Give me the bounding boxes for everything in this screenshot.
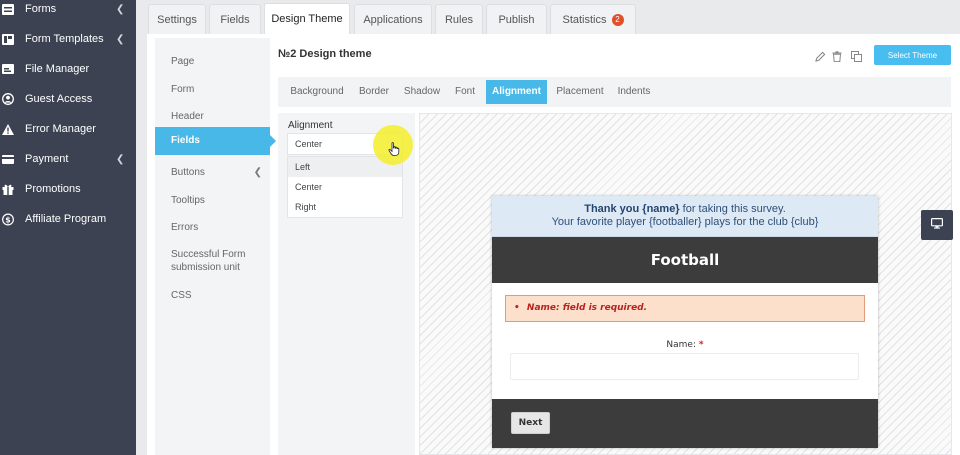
required-mark: * (698, 340, 704, 350)
chevron-left-icon: ❮ (116, 153, 125, 165)
alignment-options-list: Left Center Right (287, 156, 403, 218)
nav-item-header[interactable]: Header (155, 110, 270, 123)
error-message-box: • Name: field is required. (505, 295, 865, 322)
thank-you-line-2: Your favorite player {footballer} plays … (551, 216, 819, 228)
alignment-label: Alignment (288, 120, 333, 131)
sidebar-item-affiliate-program[interactable]: $ Affiliate Program (0, 205, 136, 233)
subtab-border[interactable]: Border (356, 80, 392, 104)
sidebar-item-label: Affiliate Program (25, 213, 107, 225)
nav-item-label: Successful Form (171, 249, 246, 260)
file-manager-icon (2, 63, 14, 75)
alignment-option-right[interactable]: Right (288, 197, 402, 217)
copy-icon[interactable] (850, 50, 862, 62)
top-tabs: Settings Fields Design Theme Application… (136, 0, 960, 34)
payment-card-icon (2, 153, 14, 165)
dollar-icon: $ (2, 213, 14, 225)
chevron-left-icon: ❮ (116, 3, 125, 15)
form-title: Football (492, 237, 878, 283)
sidebar-item-label: Guest Access (25, 93, 93, 105)
subtab-font[interactable]: Font (452, 80, 478, 104)
sidebar-item-promotions[interactable]: Promotions (0, 175, 136, 203)
select-theme-button[interactable]: Select Theme (874, 45, 951, 65)
tab-settings[interactable]: Settings (148, 4, 206, 34)
name-field-label: Name: * (492, 340, 878, 350)
gift-icon (2, 183, 14, 195)
subtab-shadow[interactable]: Shadow (402, 80, 442, 104)
subtab-placement[interactable]: Placement (555, 80, 605, 104)
nav-item-label-line2: submission unit (171, 262, 240, 273)
sidebar-item-label: Error Manager (25, 123, 96, 135)
tab-design-theme[interactable]: Design Theme (264, 3, 350, 34)
tab-label: Statistics (562, 13, 607, 26)
nav-item-css[interactable]: CSS (155, 289, 270, 302)
sidebar-item-payment[interactable]: Payment ❮ (0, 145, 136, 173)
nav-item-page[interactable]: Page (155, 55, 270, 68)
error-message: Name: field is required. (526, 303, 648, 313)
guest-access-icon (2, 93, 14, 105)
tab-publish[interactable]: Publish (486, 4, 547, 34)
tab-label: Rules (444, 13, 474, 26)
warning-icon (2, 123, 14, 135)
form-templates-icon (2, 33, 14, 45)
theme-title: №2 Design theme (278, 48, 372, 60)
tab-label: Publish (498, 13, 535, 26)
error-bullet: • (514, 303, 520, 313)
design-sections-nav: Page Form Header Fields Buttons ❮ Toolti… (155, 38, 276, 455)
preview-form: Thank you {name} for taking this survey.… (492, 196, 878, 448)
sidebar-item-forms[interactable]: Forms ❮ (0, 0, 136, 23)
nav-item-successful-form-submission-unit[interactable]: Successful Form submission unit (155, 248, 270, 274)
tab-statistics[interactable]: Statistics 2 (550, 4, 636, 34)
nav-item-buttons[interactable]: Buttons ❮ (155, 166, 270, 179)
form-footer: Next (492, 399, 878, 448)
tab-label: Applications (363, 13, 423, 26)
subtab-alignment[interactable]: Alignment (486, 80, 547, 104)
hand-cursor-icon (388, 142, 400, 156)
thank-you-banner: Thank you {name} for taking this survey.… (492, 196, 878, 237)
device-preview-button[interactable] (921, 210, 953, 240)
tab-applications[interactable]: Applications (354, 4, 432, 34)
nav-item-errors[interactable]: Errors (155, 221, 270, 234)
nav-item-fields[interactable]: Fields (155, 127, 276, 155)
forms-icon (2, 3, 14, 15)
sidebar-item-label: Forms (25, 3, 57, 15)
tab-label: Settings (157, 13, 197, 26)
subtab-background[interactable]: Background (287, 80, 347, 104)
property-subtabs: Background Border Shadow Font Alignment … (278, 77, 951, 107)
monitor-icon (931, 218, 944, 232)
tab-rules[interactable]: Rules (435, 4, 483, 34)
svg-text:$: $ (5, 215, 10, 224)
sidebar-item-error-manager[interactable]: Error Manager (0, 115, 136, 143)
name-label-text: Name: (666, 340, 696, 350)
next-button[interactable]: Next (511, 412, 550, 434)
sidebar-item-file-manager[interactable]: File Manager (0, 55, 136, 83)
sidebar-item-label: Form Templates (25, 33, 104, 45)
subtab-indents[interactable]: Indents (615, 80, 653, 104)
sidebar-item-label: Payment (25, 153, 69, 165)
thank-you-name: Thank you {name} (584, 203, 680, 215)
thank-you-text: for taking this survey. (679, 203, 786, 215)
nav-item-tooltips[interactable]: Tooltips (155, 194, 270, 207)
sidebar-item-form-templates[interactable]: Form Templates ❮ (0, 25, 136, 53)
chevron-left-icon: ❮ (116, 33, 125, 45)
pencil-icon[interactable] (814, 50, 826, 62)
chevron-left-icon: ❮ (253, 167, 262, 178)
tab-fields[interactable]: Fields (209, 4, 261, 34)
sidebar-item-label: Promotions (25, 183, 81, 195)
sidebar-item-label: File Manager (25, 63, 90, 75)
thank-you-line-1: Thank you {name} for taking this survey. (492, 203, 878, 216)
sidebar-item-guest-access[interactable]: Guest Access (0, 85, 136, 113)
theme-preview-area: Thank you {name} for taking this survey.… (419, 113, 952, 455)
design-theme-panel: Page Form Header Fields Buttons ❮ Toolti… (147, 34, 960, 455)
statistics-count-badge: 2 (611, 13, 624, 26)
nav-item-label: Buttons (171, 167, 205, 178)
nav-item-form[interactable]: Form (155, 83, 270, 96)
alignment-option-center[interactable]: Center (288, 177, 402, 197)
tab-label: Design Theme (271, 13, 343, 25)
trash-icon[interactable] (831, 50, 843, 62)
alignment-property-panel: Alignment Center Left Center Right (278, 113, 415, 455)
sidebar: Forms ❮ Form Templates ❮ File Manager Gu… (0, 0, 136, 455)
name-input[interactable] (510, 353, 859, 380)
tab-label: Fields (220, 13, 250, 26)
